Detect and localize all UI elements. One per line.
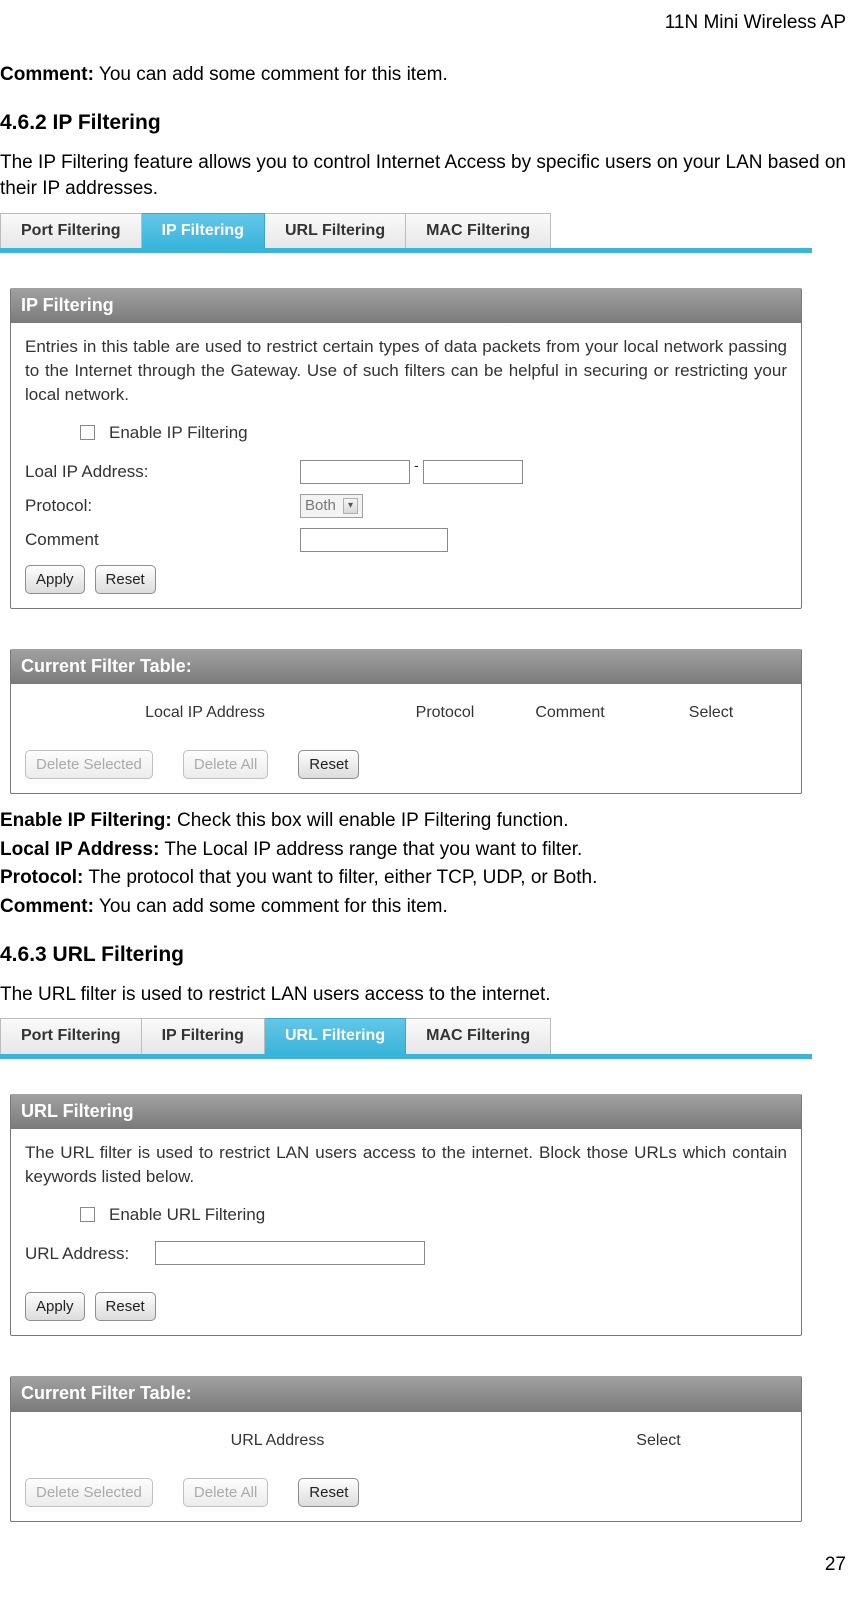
def-comment-text: You can add some comment for this item. [99,896,448,917]
intro-url-filtering: The URL filter is used to restrict LAN u… [0,982,846,1009]
reset-button[interactable]: Reset [95,565,156,594]
select-protocol-value: Both [305,495,336,516]
tab-mac-filtering[interactable]: MAC Filtering [406,1018,551,1053]
apply-button[interactable]: Apply [25,1292,85,1321]
input-url-address[interactable] [155,1241,425,1265]
table-header-ip: Local IP Address Protocol Comment Select [25,696,787,726]
screenshot-ip-filtering: Port Filtering IP Filtering URL Filterin… [0,213,812,794]
def-protocol-label: Protocol: [0,867,83,888]
page-header-title: 11N Mini Wireless AP [0,10,846,37]
tab-port-filtering[interactable]: Port Filtering [0,213,142,248]
tab-ip-filtering[interactable]: IP Filtering [142,213,265,248]
tabs-divider [0,1054,812,1059]
col-protocol: Protocol [385,702,505,724]
row-url-address: URL Address: [25,1236,787,1270]
reset-button[interactable]: Reset [95,1292,156,1321]
input-ip-from[interactable] [300,460,410,484]
chevron-down-icon: ▾ [343,498,358,514]
apply-button[interactable]: Apply [25,565,85,594]
panel-desc-ip-filtering: Entries in this table are used to restri… [25,335,787,406]
label-local-ip: Loal IP Address: [25,460,300,484]
comment-label: Comment: [0,64,94,85]
panel-ip-filtering: IP Filtering Entries in this table are u… [10,288,802,608]
def-localip-text: The Local IP address range that you want… [164,839,582,860]
row-enable-ip-filtering: Enable IP Filtering [25,417,787,455]
row-protocol: Protocol: Both ▾ [25,489,787,523]
delete-selected-button[interactable]: Delete Selected [25,1478,153,1507]
def-enable-label: Enable IP Filtering: [0,810,172,831]
heading-url-filtering: 4.6.3 URL Filtering [0,940,846,969]
col-comment: Comment [505,702,635,724]
label-enable-url-filtering: Enable URL Filtering [109,1203,265,1227]
row-local-ip: Loal IP Address: - [25,455,787,489]
select-protocol[interactable]: Both ▾ [300,494,363,518]
input-comment[interactable] [300,528,448,552]
panel-desc-url-filtering: The URL filter is used to restrict LAN u… [25,1141,787,1189]
screenshot-url-filtering: Port Filtering IP Filtering URL Filterin… [0,1018,812,1522]
panel-title-ip-filtering: IP Filtering [11,288,801,323]
delete-selected-button[interactable]: Delete Selected [25,750,153,779]
tabs-url: Port Filtering IP Filtering URL Filterin… [0,1018,812,1053]
panel-title-ip-table: Current Filter Table: [11,649,801,684]
panel-url-filtering: URL Filtering The URL filter is used to … [10,1094,802,1337]
def-localip-label: Local IP Address: [0,839,159,860]
row-comment: Comment [25,523,787,557]
reset-table-button[interactable]: Reset [298,1478,359,1507]
delete-all-button[interactable]: Delete All [183,1478,268,1507]
button-row-ip-form: Apply Reset [25,565,787,594]
tab-ip-filtering[interactable]: IP Filtering [142,1018,265,1053]
panel-title-url-table: Current Filter Table: [11,1376,801,1411]
tab-port-filtering[interactable]: Port Filtering [0,1018,142,1053]
col-select: Select [530,1430,787,1452]
label-url-address: URL Address: [25,1242,155,1266]
button-row-url-form: Apply Reset [25,1292,787,1321]
def-protocol-text: The protocol that you want to filter, ei… [88,867,597,888]
delete-all-button[interactable]: Delete All [183,750,268,779]
actions-row-ip-table: Delete Selected Delete All Reset [25,750,787,779]
actions-row-url-table: Delete Selected Delete All Reset [25,1478,787,1507]
comment-text: You can add some comment for this item. [99,64,448,85]
checkbox-enable-url-filtering[interactable] [80,1207,95,1222]
def-comment-label: Comment: [0,896,94,917]
tab-mac-filtering[interactable]: MAC Filtering [406,213,551,248]
col-select: Select [635,702,787,724]
tabs-ip: Port Filtering IP Filtering URL Filterin… [0,213,812,248]
intro-ip-filtering: The IP Filtering feature allows you to c… [0,150,846,203]
table-header-url: URL Address Select [25,1424,787,1454]
panel-title-url-filtering: URL Filtering [11,1094,801,1129]
page-number: 27 [0,1552,846,1579]
input-ip-to[interactable] [423,460,523,484]
panel-url-filter-table: Current Filter Table: URL Address Select… [10,1376,802,1522]
tab-url-filtering[interactable]: URL Filtering [265,1018,406,1053]
panel-ip-filter-table: Current Filter Table: Local IP Address P… [10,649,802,795]
checkbox-enable-ip-filtering[interactable] [80,425,95,440]
def-enable-text: Check this box will enable IP Filtering … [177,810,568,831]
label-enable-ip-filtering: Enable IP Filtering [109,421,248,445]
col-local-ip: Local IP Address [25,702,385,724]
tab-url-filtering[interactable]: URL Filtering [265,213,406,248]
label-comment: Comment [25,528,300,552]
ip-range-dash: - [414,456,419,476]
definition-list-ip: Enable IP Filtering: Check this box will… [0,808,846,920]
tabs-divider [0,248,812,253]
col-url-address: URL Address [25,1430,530,1452]
comment-intro: Comment: You can add some comment for th… [0,62,846,89]
label-protocol: Protocol: [25,494,300,518]
reset-table-button[interactable]: Reset [298,750,359,779]
row-enable-url-filtering: Enable URL Filtering [25,1199,787,1237]
heading-ip-filtering: 4.6.2 IP Filtering [0,108,846,137]
